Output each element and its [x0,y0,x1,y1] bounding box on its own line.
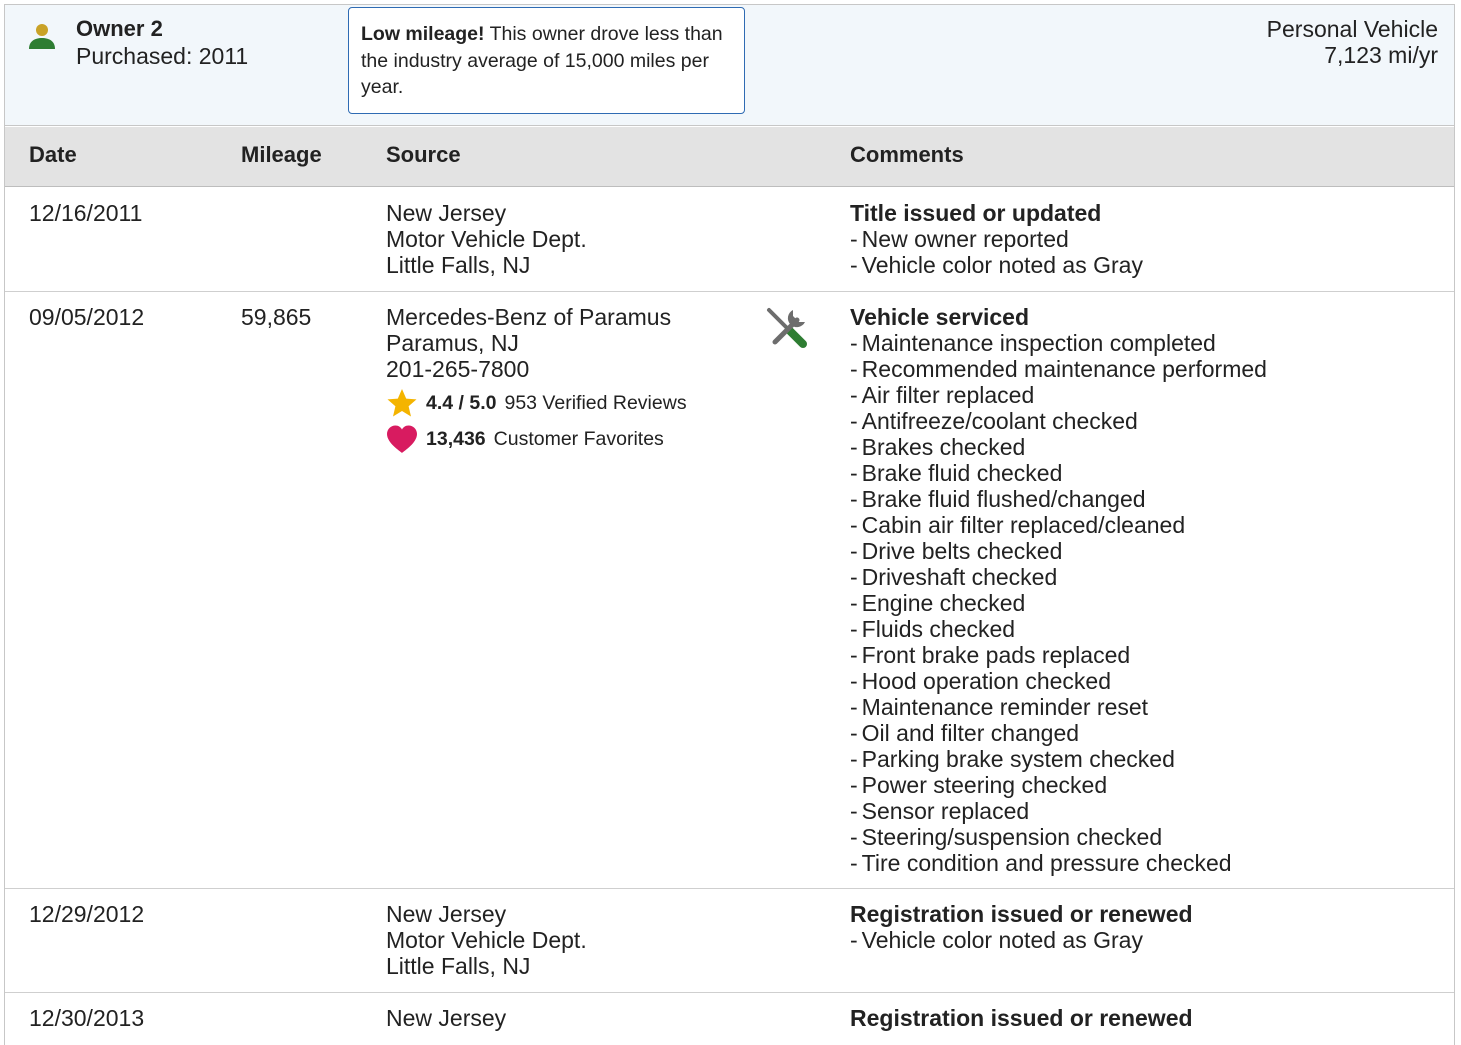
favorites-count: 13,436 [426,427,486,450]
dealer-rating[interactable]: 4.4 / 5.0 953 Verified Reviews [386,388,687,418]
source-line: Little Falls, NJ [386,252,531,278]
table-row: 12/16/2011 New Jersey Motor Vehicle Dept… [5,188,1454,292]
dealer-favorites[interactable]: 13,436 Customer Favorites [386,424,664,454]
row-date: 12/16/2011 [29,200,143,226]
row-source: New Jersey Motor Vehicle Dept. Little Fa… [386,200,587,278]
column-header-date: Date [29,142,77,167]
comment-item: - Drive belts checked [850,538,1063,564]
comment-item: - New owner reported [850,226,1069,252]
source-line: Motor Vehicle Dept. [386,226,587,252]
comment-item: - Driveshaft checked [850,564,1058,590]
source-line: New Jersey [386,901,507,927]
comment-item: - Air filter replaced [850,382,1035,408]
row-mileage: 59,865 [241,304,312,330]
row-date: 12/30/2013 [29,1005,145,1031]
column-header-mileage: Mileage [241,142,322,167]
row-comments: Registration issued or renewed - Vehicle … [850,901,1193,953]
heart-icon [387,425,417,453]
comment-item: - Maintenance inspection completed [850,330,1216,356]
vehicle-type: Personal Vehicle [1266,16,1438,42]
low-mileage-note-title: Low mileage! [361,23,485,45]
comment-item: - Vehicle color noted as Gray [850,252,1143,278]
wrench-screwdriver-icon [767,308,807,348]
comment-item: - Front brake pads replaced [850,642,1131,668]
comment-item: - Fluids checked [850,616,1016,642]
source-line: New Jersey [386,1005,507,1031]
row-date: 09/05/2012 [29,304,145,330]
comment-item: - Brake fluid checked [850,460,1063,486]
owner-name: Owner 2 [76,16,163,41]
dealer-phone[interactable]: 201-265-7800 [386,356,671,382]
table-header: Date Mileage Source Comments [5,127,1454,187]
comment-item: - Engine checked [850,590,1026,616]
miles-per-year: 7,123 mi/yr [1324,42,1438,68]
comment-item: - Oil and filter changed [850,720,1080,746]
row-source: Mercedes-Benz of Paramus Paramus, NJ 201… [386,304,671,382]
comment-title: Registration issued or renewed [850,901,1193,927]
table-row: 12/30/2013 New Jersey Registration issue… [5,993,1454,1045]
rating-value: 4.4 / 5.0 [426,391,497,414]
source-line: Little Falls, NJ [386,953,531,979]
row-comments: Vehicle serviced - Maintenance inspection… [850,304,1267,876]
history-panel: Owner 2 Purchased: 2011 Low mileage! Thi… [4,4,1455,1045]
person-icon [29,24,55,49]
row-comments: Registration issued or renewed [850,1005,1193,1031]
owner-header: Owner 2 Purchased: 2011 Low mileage! Thi… [5,5,1454,126]
table-row: 09/05/2012 59,865 Mercedes-Benz of Param… [5,292,1454,889]
comment-item: - Vehicle color noted as Gray [850,927,1143,953]
source-line: New Jersey [386,200,507,226]
favorites-label: Customer Favorites [493,427,664,450]
comment-item: - Sensor replaced [850,798,1030,824]
review-count: 953 Verified Reviews [504,391,687,414]
comment-item: - Cabin air filter replaced/cleaned [850,512,1186,538]
source-line: Motor Vehicle Dept. [386,927,587,953]
comment-item: - Brake fluid flushed/changed [850,486,1146,512]
comment-item: - Steering/suspension checked [850,824,1163,850]
star-icon [387,389,417,417]
low-mileage-note: Low mileage! This owner drove less than … [348,7,745,114]
table-row: 12/29/2012 New Jersey Motor Vehicle Dept… [5,889,1454,993]
row-comments: Title issued or updated - New owner repor… [850,200,1143,278]
comment-item: - Recommended maintenance performed [850,356,1267,382]
comment-item: - Parking brake system checked [850,746,1175,772]
column-header-source: Source [386,142,461,167]
row-source: New Jersey Motor Vehicle Dept. Little Fa… [386,901,587,979]
row-source: New Jersey [386,1005,506,1031]
dealer-name-link[interactable]: Mercedes-Benz of Paramus [386,304,671,330]
comment-item: - Antifreeze/coolant checked [850,408,1138,434]
comment-item: - Brakes checked [850,434,1026,460]
comment-item: - Tire condition and pressure checked [850,850,1232,876]
owner-purchased: Purchased: 2011 [76,43,249,69]
source-line: Paramus, NJ [386,330,519,356]
column-header-comments: Comments [850,142,964,167]
comment-item: - Hood operation checked [850,668,1112,694]
row-date: 12/29/2012 [29,901,145,927]
comment-item: - Maintenance reminder reset [850,694,1149,720]
comment-item: - Power steering checked [850,772,1108,798]
comment-title: Registration issued or renewed [850,1005,1193,1031]
comment-title: Title issued or updated [850,200,1102,226]
comment-title: Vehicle serviced [850,304,1030,330]
